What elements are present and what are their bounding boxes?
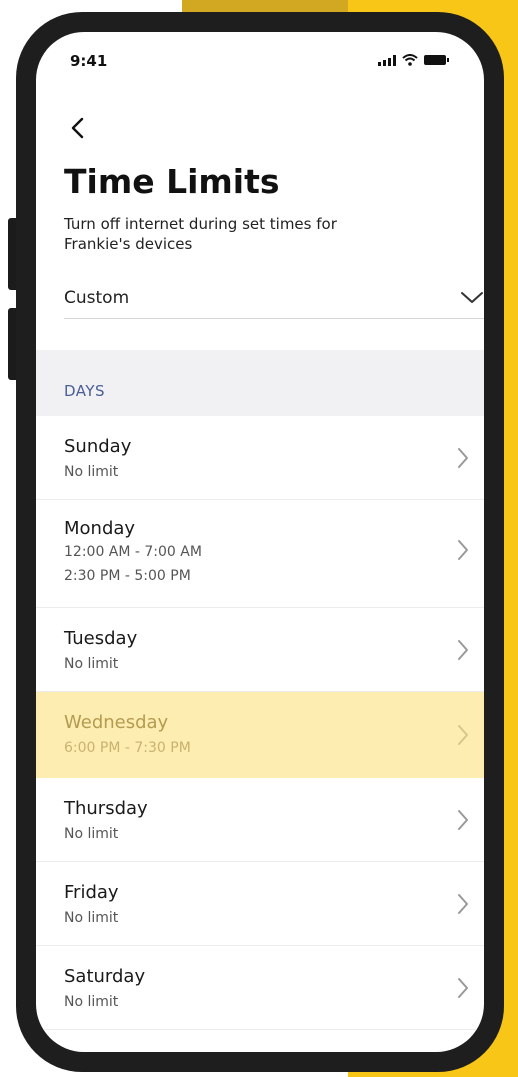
day-times: No limit: [64, 826, 119, 842]
schedule-dropdown-value: Custom: [64, 288, 130, 308]
phone-screen: 9:41 Time Limits Turn off internet durin…: [36, 32, 484, 1052]
day-times: 12:00 AM - 7:00 AM 2:30 PM - 5:00 PM: [64, 544, 202, 584]
schedule-dropdown[interactable]: Custom: [64, 278, 484, 319]
day-row-monday[interactable]: Monday 12:00 AM - 7:00 AM 2:30 PM - 5:00…: [36, 500, 484, 608]
wifi-icon: [402, 54, 418, 66]
chevron-right-icon: [458, 894, 468, 914]
battery-icon: [424, 55, 449, 65]
section-label: DAYS: [64, 382, 106, 400]
day-times: 6:00 PM - 7:30 PM: [64, 740, 191, 756]
day-name: Tuesday: [64, 628, 138, 649]
chevron-right-icon: [458, 725, 468, 745]
day-times: No limit: [64, 994, 119, 1010]
day-row-sunday[interactable]: Sunday No limit: [36, 416, 484, 500]
day-row-friday[interactable]: Friday No limit: [36, 862, 484, 946]
day-row-thursday[interactable]: Thursday No limit: [36, 778, 484, 862]
page-title: Time Limits: [64, 162, 280, 201]
day-name: Monday: [64, 518, 136, 539]
day-list: Sunday No limit Monday 12:00 AM - 7:00 A…: [36, 416, 484, 1030]
day-name: Friday: [64, 882, 119, 903]
signal-icon: [378, 54, 396, 66]
day-row-tuesday[interactable]: Tuesday No limit: [36, 608, 484, 692]
day-row-saturday[interactable]: Saturday No limit: [36, 946, 484, 1030]
day-name: Thursday: [64, 798, 148, 819]
chevron-right-icon: [458, 810, 468, 830]
chevron-down-icon: [461, 292, 483, 303]
status-time: 9:41: [70, 52, 108, 70]
chevron-right-icon: [458, 540, 468, 560]
status-icons: [378, 54, 449, 66]
day-name: Wednesday: [64, 712, 169, 733]
days-section-header: DAYS: [36, 350, 484, 416]
day-times: No limit: [64, 656, 119, 672]
day-name: Saturday: [64, 966, 146, 987]
day-row-wednesday[interactable]: Wednesday 6:00 PM - 7:30 PM: [36, 692, 484, 778]
day-times: No limit: [64, 464, 119, 480]
back-arrow-icon[interactable]: [64, 114, 92, 142]
page-subtitle: Turn off internet during set times for F…: [64, 215, 337, 253]
status-bar: 9:41: [36, 32, 484, 80]
chevron-right-icon: [458, 448, 468, 468]
day-times: No limit: [64, 910, 119, 926]
day-name: Sunday: [64, 436, 132, 457]
chevron-right-icon: [458, 978, 468, 998]
chevron-right-icon: [458, 640, 468, 660]
phone-frame: 9:41 Time Limits Turn off internet durin…: [16, 12, 504, 1072]
